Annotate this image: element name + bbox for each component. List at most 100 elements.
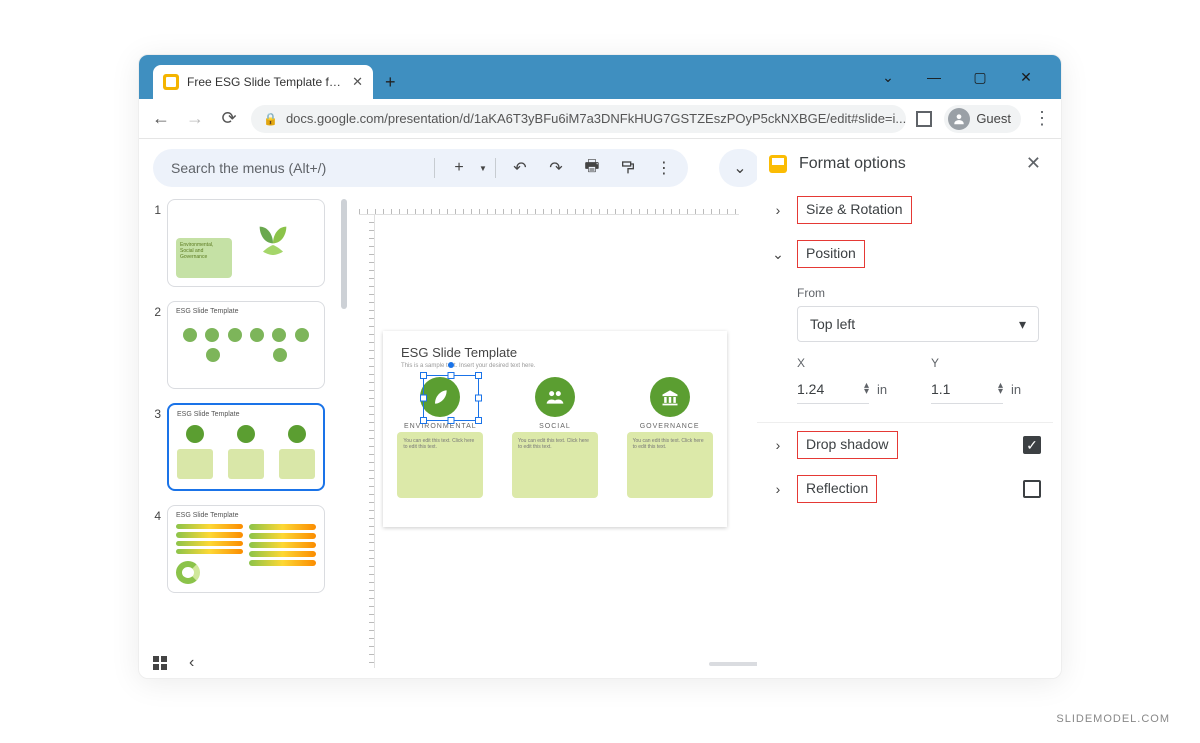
chrome-menu-icon[interactable]: ⋮ xyxy=(1033,108,1051,129)
close-tab-icon[interactable]: ✕ xyxy=(352,74,363,90)
thumb-text: Environmental, Social and Governance xyxy=(176,238,232,278)
maximize-button[interactable]: ▢ xyxy=(957,61,1003,93)
slide-thumbnails: 1 Environmental, Social and Governance 2… xyxy=(149,199,339,638)
y-field: Y 1.1 ▴▾ in xyxy=(931,356,1039,404)
forward-button[interactable]: → xyxy=(183,107,207,131)
resize-handle[interactable] xyxy=(475,372,482,379)
menu-search[interactable]: Search the menus (Alt+/) xyxy=(161,160,426,176)
column-body: You can edit this text. Click here to ed… xyxy=(512,432,598,498)
close-window-button[interactable]: ✕ xyxy=(1003,61,1049,93)
slide-subtitle: This is a sample text. Insert your desir… xyxy=(401,363,535,369)
window-controls: ⌄ — ▢ ✕ xyxy=(865,55,1049,99)
thumb-title: ESG Slide Template xyxy=(176,308,239,315)
resize-handle[interactable] xyxy=(475,395,482,402)
expand-toolbar-button[interactable]: ⌄ xyxy=(719,149,761,187)
resize-handle[interactable] xyxy=(448,372,455,379)
x-unit: in xyxy=(877,382,887,397)
size-rotation-section[interactable]: › Size & Rotation xyxy=(757,188,1053,232)
new-slide-button[interactable]: + xyxy=(443,152,475,184)
slide-thumbnail-1[interactable]: Environmental, Social and Governance xyxy=(167,199,325,287)
url-input[interactable]: 🔒 docs.google.com/presentation/d/1aKA6T3… xyxy=(251,105,906,133)
slide-thumbnail-2[interactable]: ESG Slide Template xyxy=(167,301,325,389)
close-panel-button[interactable]: ✕ xyxy=(1026,153,1041,174)
x-field: X 1.24 ▴▾ in xyxy=(797,356,905,404)
slide-number: 1 xyxy=(149,199,161,217)
drop-shadow-checkbox[interactable]: ✓ xyxy=(1023,436,1041,454)
paint-roller-icon xyxy=(769,155,787,173)
column-label: ENVIRONMENTAL xyxy=(404,423,477,430)
y-unit: in xyxy=(1011,382,1021,397)
profile-button[interactable]: Guest xyxy=(944,105,1021,133)
thumbnail-row: 1 Environmental, Social and Governance xyxy=(149,199,339,287)
plant-icon xyxy=(248,210,298,260)
bank-icon[interactable] xyxy=(650,377,690,417)
thumbnail-row: 3 ESG Slide Template xyxy=(149,403,339,491)
reflection-section[interactable]: › Reflection xyxy=(757,467,1053,511)
bottom-controls: ‹ xyxy=(153,654,194,672)
stepper-icon[interactable]: ▴▾ xyxy=(998,383,1003,395)
resize-handle[interactable] xyxy=(420,395,427,402)
new-slide-dropdown-icon[interactable]: ▼ xyxy=(479,164,487,173)
undo-button[interactable]: ↶ xyxy=(504,152,536,184)
slide-thumbnail-4[interactable]: ESG Slide Template xyxy=(167,505,325,593)
new-tab-button[interactable]: + xyxy=(385,72,396,93)
thumbnail-scrollbar[interactable] xyxy=(341,199,347,309)
size-rotation-label: Size & Rotation xyxy=(806,201,903,217)
x-label: X xyxy=(797,356,905,370)
browser-tab[interactable]: Free ESG Slide Template for Powe ✕ xyxy=(153,65,373,99)
rotate-handle-icon[interactable] xyxy=(448,362,454,368)
drop-shadow-label: Drop shadow xyxy=(806,436,889,452)
format-options-panel: Format options ✕ › Size & Rotation ⌄ Pos… xyxy=(757,139,1053,674)
from-label: From xyxy=(797,286,1039,300)
horizontal-ruler xyxy=(359,199,739,215)
slide-title: ESG Slide Template xyxy=(401,345,517,360)
tab-title: Free ESG Slide Template for Powe xyxy=(187,75,344,89)
column-body: You can edit this text. Click here to ed… xyxy=(397,432,483,498)
slide-number: 2 xyxy=(149,301,161,319)
grid-view-icon[interactable] xyxy=(153,656,167,670)
minimize-button[interactable]: — xyxy=(911,61,957,93)
drop-shadow-section[interactable]: › Drop shadow ✓ xyxy=(757,423,1053,467)
url-text: docs.google.com/presentation/d/1aKA6T3yB… xyxy=(286,111,906,126)
stepper-icon[interactable]: ▴▾ xyxy=(864,383,869,395)
editor-stage: ESG Slide Template This is a sample text… xyxy=(359,199,739,668)
panel-header: Format options ✕ xyxy=(757,139,1053,188)
app-body: Search the menus (Alt+/) + ▼ ↶ ↷ 🖶 ⋮ ⌄ 1… xyxy=(139,139,1061,678)
browser-window: Free ESG Slide Template for Powe ✕ + ⌄ —… xyxy=(138,54,1062,679)
resize-handle[interactable] xyxy=(448,417,455,424)
dropdown-caret-icon: ▾ xyxy=(1019,316,1026,333)
separator xyxy=(434,158,435,178)
y-label: Y xyxy=(931,356,1039,370)
vertical-ruler xyxy=(359,215,375,668)
slide-thumbnail-3[interactable]: ESG Slide Template xyxy=(167,403,325,491)
address-bar: ← → ⟳ 🔒 docs.google.com/presentation/d/1… xyxy=(139,99,1061,139)
more-tools-icon[interactable]: ⋮ xyxy=(648,152,680,184)
redo-button[interactable]: ↷ xyxy=(540,152,572,184)
paint-format-button[interactable] xyxy=(612,152,644,184)
profile-label: Guest xyxy=(976,111,1011,126)
resize-handle[interactable] xyxy=(420,417,427,424)
extensions-icon[interactable] xyxy=(916,111,932,127)
watermark: SLIDEMODEL.COM xyxy=(1056,713,1170,725)
resize-handle[interactable] xyxy=(420,372,427,379)
selection-box[interactable] xyxy=(423,375,479,421)
search-placeholder: Search the menus (Alt+/) xyxy=(171,160,326,176)
toolbar: Search the menus (Alt+/) + ▼ ↶ ↷ 🖶 ⋮ xyxy=(153,149,688,187)
prev-slide-button[interactable]: ‹ xyxy=(189,654,194,672)
chevron-down-icon[interactable]: ⌄ xyxy=(865,61,911,93)
thumb-title: ESG Slide Template xyxy=(176,512,239,519)
from-dropdown[interactable]: Top left ▾ xyxy=(797,306,1039,342)
y-input[interactable]: 1.1 ▴▾ xyxy=(931,374,1003,404)
reload-button[interactable]: ⟳ xyxy=(217,107,241,131)
people-icon[interactable] xyxy=(535,377,575,417)
slide-canvas[interactable]: ESG Slide Template This is a sample text… xyxy=(383,331,727,527)
position-section-header[interactable]: ⌄ Position xyxy=(757,232,1053,276)
x-input[interactable]: 1.24 ▴▾ xyxy=(797,374,869,404)
column-governance: GOVERNANCE You can edit this text. Click… xyxy=(624,377,716,513)
chevron-right-icon: › xyxy=(771,437,785,453)
reflection-checkbox[interactable] xyxy=(1023,480,1041,498)
print-button[interactable]: 🖶 xyxy=(576,152,608,184)
resize-handle[interactable] xyxy=(475,417,482,424)
thumbnail-row: 4 ESG Slide Template xyxy=(149,505,339,593)
back-button[interactable]: ← xyxy=(149,107,173,131)
